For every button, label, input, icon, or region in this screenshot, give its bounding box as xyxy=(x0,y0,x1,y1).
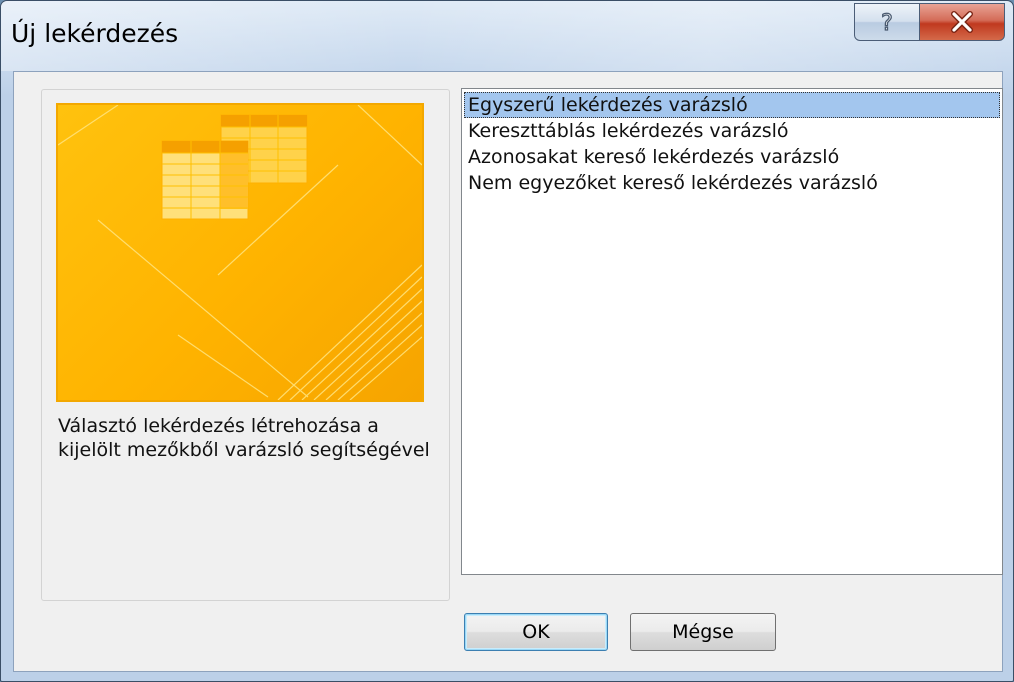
help-icon: ? xyxy=(881,10,894,35)
wizard-preview-image xyxy=(56,103,424,402)
wizard-listbox[interactable]: Egyszerű lekérdezés varázsló Kereszttábl… xyxy=(461,88,1003,575)
wizard-description: Választó lekérdezés létrehozása a kijelö… xyxy=(58,415,430,461)
title-bar[interactable]: Új lekérdezés ? xyxy=(1,1,1013,71)
wizard-list-item-find-unmatched[interactable]: Nem egyezőket kereső lekérdezés varázsló xyxy=(464,170,1000,196)
help-button[interactable]: ? xyxy=(854,3,920,41)
close-icon xyxy=(951,11,973,33)
wizard-list-item-simple-query[interactable]: Egyszerű lekérdezés varázsló xyxy=(464,92,1000,118)
new-query-dialog: Új lekérdezés ? Választó lekérdezés létr… xyxy=(0,0,1014,682)
query-wizard-table-icon xyxy=(58,105,422,400)
cancel-button[interactable]: Mégse xyxy=(630,613,776,651)
dialog-title: Új lekérdezés xyxy=(11,19,179,48)
svg-text:?: ? xyxy=(881,11,893,35)
close-button[interactable] xyxy=(919,3,1005,41)
ok-button[interactable]: OK xyxy=(464,613,608,651)
wizard-list-item-crosstab-query[interactable]: Kereszttáblás lekérdezés varázsló xyxy=(464,118,1000,144)
wizard-list-item-find-duplicates[interactable]: Azonosakat kereső lekérdezés varázsló xyxy=(464,144,1000,170)
dialog-client-area: Választó lekérdezés létrehozása a kijelö… xyxy=(13,71,1003,672)
